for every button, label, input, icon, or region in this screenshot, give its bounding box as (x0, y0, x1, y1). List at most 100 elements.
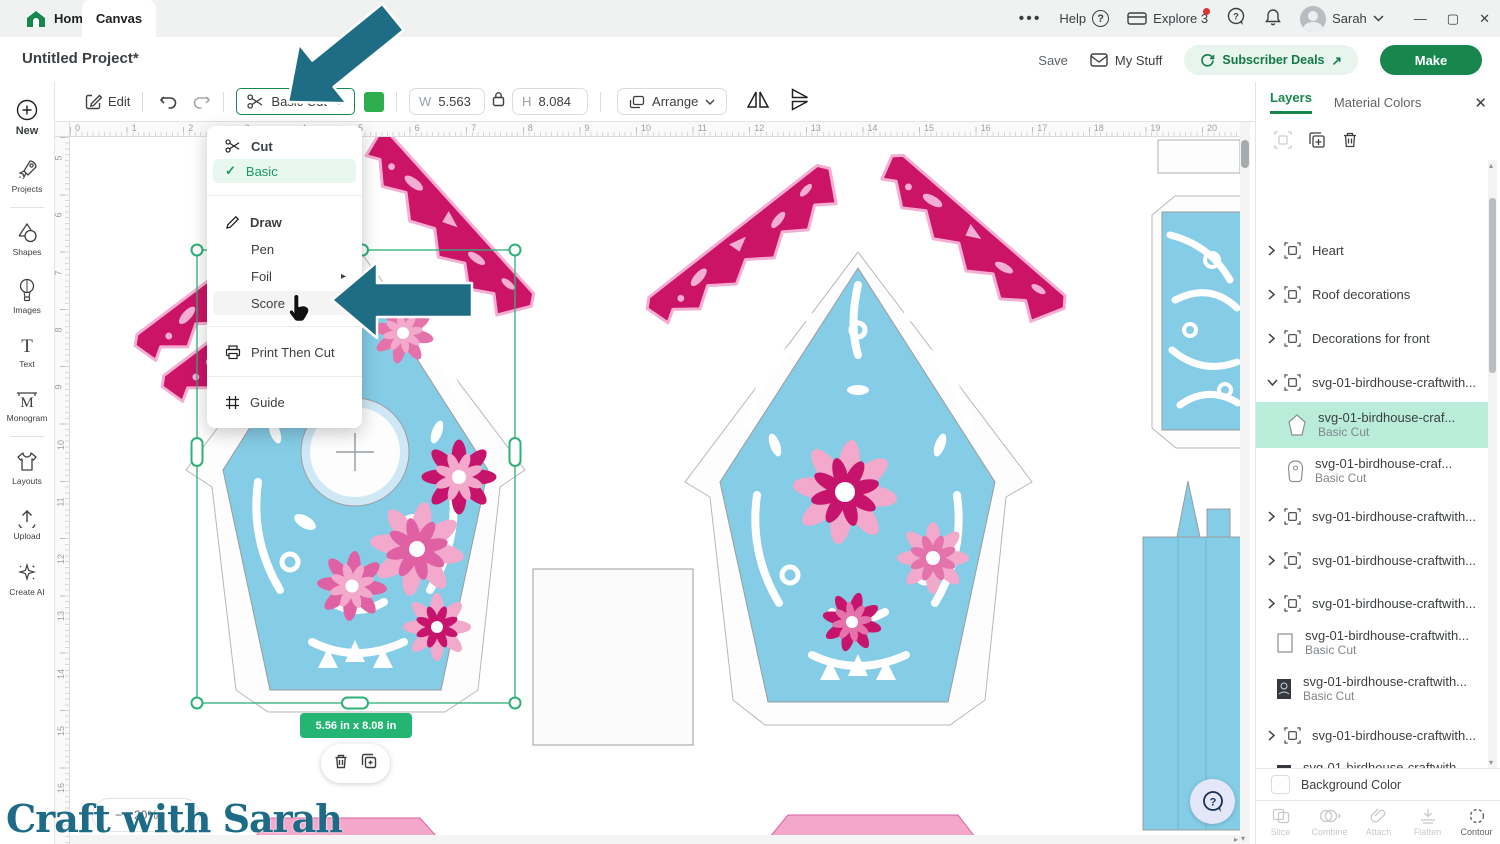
save-button[interactable]: Save (1038, 53, 1068, 68)
layer-row-birdhouse-group[interactable]: svg-01-birdhouse-craftwith... (1256, 362, 1489, 402)
lock-aspect-icon[interactable] (492, 91, 505, 112)
sidebar-item-monogram[interactable]: M Monogram (7, 390, 48, 423)
group-button[interactable] (1274, 131, 1292, 154)
my-stuff-button[interactable]: My Stuff (1090, 53, 1162, 68)
sidebar-item-images[interactable]: Images (13, 278, 41, 315)
slice-button[interactable]: Slice (1256, 801, 1305, 844)
user-menu[interactable]: Sarah (1300, 6, 1384, 32)
layer-row-heart[interactable]: Heart (1256, 230, 1489, 270)
layer-row-decorations-front[interactable]: Decorations for front (1256, 318, 1489, 358)
background-color-swatch[interactable] (1271, 775, 1290, 794)
help-menu[interactable]: Help ? (1059, 10, 1109, 27)
sidebar-item-upload[interactable]: Upload (14, 507, 41, 541)
menu-item-pen[interactable]: Pen (213, 237, 356, 261)
chevron-right-icon[interactable] (1267, 555, 1281, 566)
layer-row-selected[interactable]: svg-01-birdhouse-craf... Basic Cut (1256, 402, 1489, 448)
layer-row-group[interactable]: svg-01-birdhouse-craftwith... (1256, 496, 1489, 536)
chevron-right-icon[interactable] (1267, 730, 1281, 741)
menu-item-foil[interactable]: Foil ▸ (213, 264, 356, 288)
scroll-up-arrow[interactable]: ▴ (1489, 161, 1493, 170)
menu-item-print-then-cut[interactable]: Print Then Cut (213, 340, 356, 364)
selection-actions (321, 744, 390, 783)
upload-icon (16, 507, 38, 528)
close-panel-icon[interactable]: ✕ (1474, 94, 1487, 112)
more-menu-icon[interactable]: ••• (1019, 10, 1042, 28)
sidebar-item-text[interactable]: T Text (17, 336, 37, 369)
chevron-down-icon[interactable] (1267, 378, 1281, 387)
contour-button[interactable]: Contour (1452, 801, 1500, 844)
scrollbar-thumb[interactable] (1489, 198, 1496, 373)
make-button[interactable]: Make (1380, 45, 1482, 75)
group-icon (1284, 727, 1301, 744)
feedback-icon[interactable]: ? (1226, 7, 1246, 30)
width-field[interactable]: W 5.563 (409, 88, 485, 115)
delete-icon[interactable] (333, 753, 349, 775)
duplicate-icon[interactable] (361, 753, 378, 775)
layer-row-birdhouse-hole[interactable]: svg-01-birdhouse-craf... Basic Cut (1256, 448, 1489, 494)
scroll-right-arrow[interactable]: ▸ (1234, 835, 1238, 844)
undo-button[interactable] (159, 94, 178, 110)
delete-layer-button[interactable] (1342, 131, 1358, 154)
edit-button[interactable]: Edit (85, 93, 130, 110)
group-icon (1284, 330, 1301, 347)
duplicate-layer-button[interactable] (1308, 131, 1326, 154)
menu-item-basic[interactable]: ✓ Basic (213, 159, 356, 183)
sidebar-item-create-ai[interactable]: Create AI (9, 562, 44, 597)
layer-row-thumbnail[interactable]: svg-01-birdhouse-craftwith... Basic Cut (1256, 666, 1489, 712)
group-icon (1284, 508, 1301, 525)
title-bar: Home Canvas ••• Help ? Explore 3 ? Sarah (0, 0, 1500, 37)
layer-row-thumbnail[interactable]: svg-01-birdhouse-craftwith... Basic Cut (1256, 752, 1489, 768)
left-sidebar: New Projects Shapes Images T Text M Mono… (0, 82, 55, 844)
layers-scrollbar[interactable]: ▴ ▾ (1488, 160, 1497, 768)
background-color-row[interactable]: Background Color (1256, 768, 1500, 800)
attach-button[interactable]: Attach (1354, 801, 1403, 844)
operation-select[interactable]: Basic Cut (236, 88, 355, 115)
flip-vertical-icon[interactable] (789, 90, 811, 114)
notifications-bell-icon[interactable] (1264, 8, 1282, 30)
subscriber-deals-label: Subscriber Deals (1222, 53, 1324, 67)
chevron-right-icon[interactable] (1267, 245, 1281, 256)
subscriber-deals-button[interactable]: Subscriber Deals ↗ (1184, 45, 1358, 75)
scroll-down-arrow[interactable]: ▾ (1489, 758, 1493, 767)
sidebar-item-projects[interactable]: Projects (12, 158, 43, 194)
height-field[interactable]: H 8.084 (512, 88, 588, 115)
chevron-right-icon[interactable] (1267, 333, 1281, 344)
layer-row-roof-decorations[interactable]: Roof decorations (1256, 274, 1489, 314)
svg-text:M: M (20, 395, 33, 410)
help-bubble-button[interactable]: ? (1190, 779, 1235, 824)
sidebar-item-shapes[interactable]: Shapes (13, 222, 42, 257)
chevron-right-icon[interactable] (1267, 289, 1281, 300)
redo-button[interactable] (192, 94, 211, 110)
sidebar-item-layouts[interactable]: Layouts (12, 451, 42, 486)
flatten-button[interactable]: Flatten (1403, 801, 1452, 844)
scrollbar-thumb[interactable] (1241, 140, 1249, 168)
canvas-vertical-scrollbar[interactable]: ▾ (1240, 122, 1250, 844)
layer-row-group[interactable]: svg-01-birdhouse-craftwith... (1256, 583, 1489, 623)
layer-row-group[interactable]: svg-01-birdhouse-craftwith... (1256, 715, 1489, 755)
layer-row-group[interactable]: svg-01-birdhouse-craftwith... (1256, 540, 1489, 580)
flip-horizontal-icon[interactable] (747, 90, 769, 114)
layer-row-square[interactable]: svg-01-birdhouse-craftwith... Basic Cut (1256, 620, 1489, 666)
maximize-button[interactable]: ▢ (1447, 11, 1459, 27)
square-shape-icon (1276, 631, 1294, 655)
chevron-right-icon[interactable] (1267, 598, 1281, 609)
menu-item-guide[interactable]: Guide (213, 390, 356, 414)
operation-dropdown-menu: Cut ✓ Basic Draw Pen Foil ▸ Score Print … (207, 126, 362, 428)
sidebar-item-new[interactable]: New (15, 98, 39, 137)
tab-material-colors[interactable]: Material Colors (1334, 95, 1421, 110)
chevron-right-icon[interactable] (1267, 511, 1281, 522)
tab-layers[interactable]: Layers (1270, 90, 1312, 114)
color-swatch[interactable] (364, 92, 384, 112)
monogram-icon: M (15, 390, 39, 410)
arrange-dropdown[interactable]: Arrange (617, 88, 727, 115)
combine-button[interactable]: Combine (1305, 801, 1354, 844)
close-button[interactable]: ✕ (1479, 11, 1490, 27)
explore-menu[interactable]: Explore 3 (1127, 11, 1208, 26)
pencil-icon (225, 215, 240, 230)
help-label: Help (1059, 11, 1086, 26)
new-icon (15, 98, 39, 122)
group-icon (1284, 552, 1301, 569)
tab-canvas[interactable]: Canvas (82, 0, 156, 37)
scroll-down-arrow[interactable]: ▾ (1241, 834, 1245, 843)
minimize-button[interactable]: — (1414, 11, 1427, 27)
